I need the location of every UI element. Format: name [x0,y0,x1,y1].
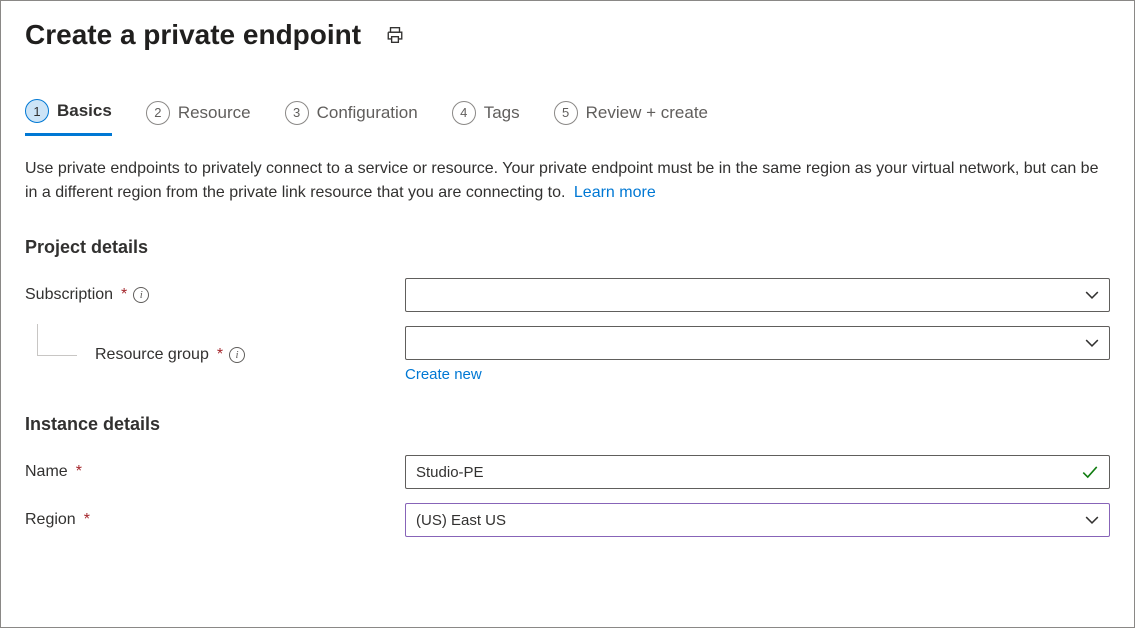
chevron-down-icon [1085,288,1099,302]
resource-group-label: Resource group [95,346,209,364]
tab-configuration[interactable]: 3 Configuration [285,99,418,136]
learn-more-link[interactable]: Learn more [574,184,656,201]
subscription-label: Subscription [25,286,113,304]
tab-num: 3 [285,101,309,125]
wizard-tabs: 1 Basics 2 Resource 3 Configuration 4 Ta… [25,99,1110,137]
subscription-dropdown[interactable] [405,278,1110,312]
region-value: (US) East US [416,512,506,529]
tab-basics[interactable]: 1 Basics [25,99,112,136]
description-text: Use private endpoints to privately conne… [25,157,1110,205]
create-new-link[interactable]: Create new [405,366,482,383]
tab-num: 4 [452,101,476,125]
name-value: Studio-PE [416,464,484,481]
tab-label: Review + create [586,103,708,123]
tab-resource[interactable]: 2 Resource [146,99,251,136]
instance-details-section: Instance details Name * Studio-PE Region… [25,414,1110,537]
required-indicator: * [84,511,90,529]
description-body: Use private endpoints to privately conne… [25,160,1098,201]
required-indicator: * [121,286,127,304]
name-label: Name [25,463,68,481]
check-icon [1081,463,1099,481]
tab-num: 1 [25,99,49,123]
info-icon[interactable]: i [133,287,149,303]
project-details-title: Project details [25,237,1110,258]
indent-line [37,324,77,356]
tab-num: 5 [554,101,578,125]
name-input[interactable]: Studio-PE [405,455,1110,489]
tab-num: 2 [146,101,170,125]
page-title: Create a private endpoint [25,19,361,51]
tab-label: Basics [57,101,112,121]
region-label: Region [25,511,76,529]
project-details-section: Project details Subscription * i Resourc… [25,237,1110,384]
print-icon[interactable] [385,25,405,45]
required-indicator: * [217,346,223,364]
info-icon[interactable]: i [229,347,245,363]
tab-label: Resource [178,103,251,123]
chevron-down-icon [1085,513,1099,527]
instance-details-title: Instance details [25,414,1110,435]
chevron-down-icon [1085,336,1099,350]
resource-group-dropdown[interactable] [405,326,1110,360]
required-indicator: * [76,463,82,481]
tab-review-create[interactable]: 5 Review + create [554,99,708,136]
region-dropdown[interactable]: (US) East US [405,503,1110,537]
tab-tags[interactable]: 4 Tags [452,99,520,136]
tab-label: Configuration [317,103,418,123]
tab-label: Tags [484,103,520,123]
